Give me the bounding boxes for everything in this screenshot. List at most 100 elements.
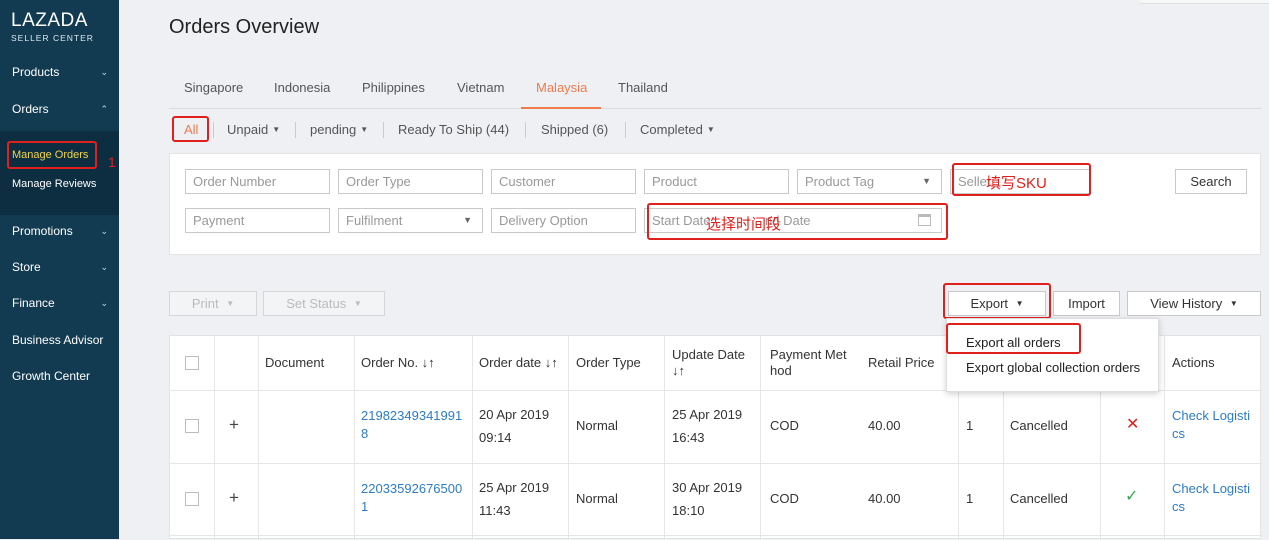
product-tag-select[interactable]: Product Tag ▼ — [797, 169, 942, 194]
status-cell: Cancelled — [1010, 491, 1068, 506]
row-checkbox[interactable] — [185, 419, 199, 433]
payment-cell: COD — [770, 418, 799, 433]
search-button[interactable]: Search — [1175, 169, 1247, 194]
update-time: 18:10 — [672, 503, 705, 518]
caret-down-icon: ▼ — [463, 215, 472, 225]
divider — [625, 122, 626, 138]
column-header-update-date[interactable]: Update Date ↓↑ — [672, 347, 758, 379]
status-filter-pending[interactable]: pending ▼ — [310, 122, 368, 137]
column-header-actions: Actions — [1172, 355, 1215, 370]
sidebar-item-label: Products — [12, 65, 60, 79]
sidebar-item-label: Business Advisor — [12, 333, 104, 347]
sidebar-item-orders[interactable]: Orders ⌃ — [0, 97, 119, 121]
row-divider — [170, 463, 1262, 464]
sidebar-item-promotions[interactable]: Promotions ⌄ — [0, 219, 119, 243]
product-tag-label: Product Tag — [805, 174, 875, 189]
row-checkbox[interactable] — [185, 492, 199, 506]
check-logistics-link[interactable]: Check Logisti cs — [1172, 480, 1250, 516]
annotation-number-1: 1 — [108, 154, 116, 170]
annotation-sku-note: 填写SKU — [986, 175, 1047, 192]
caret-down-icon: ▼ — [706, 125, 715, 134]
chevron-down-icon: ⌄ — [100, 226, 108, 236]
order-number-link[interactable]: 21982349341991 8 — [361, 407, 462, 443]
country-tabs: Singapore Indonesia Philippines Vietnam … — [169, 70, 1261, 109]
status-label: pending — [310, 122, 357, 137]
caret-down-icon: ▼ — [1229, 299, 1238, 308]
set-status-label: Set Status — [286, 296, 347, 311]
status-filter-unpaid[interactable]: Unpaid ▼ — [227, 122, 280, 137]
sidebar-subitem-manage-reviews[interactable]: Manage Reviews — [12, 178, 96, 190]
sidebar-item-finance[interactable]: Finance ⌄ — [0, 291, 119, 315]
order-type-cell: Normal — [576, 491, 618, 506]
sidebar-item-business-advisor[interactable]: Business Advisor — [0, 328, 119, 352]
expand-plus-icon[interactable]: + — [229, 488, 239, 508]
tab-thailand[interactable]: Thailand — [618, 80, 668, 95]
order-number-link[interactable]: 22033592676500 1 — [361, 480, 462, 516]
order-type-input[interactable]: Order Type — [338, 169, 483, 194]
sidebar-item-products[interactable]: Products ⌄ — [0, 60, 119, 84]
print-button[interactable]: Print ▼ — [169, 291, 257, 316]
tab-philippines[interactable]: Philippines — [362, 80, 425, 95]
delivery-option-input[interactable]: Delivery Option — [491, 208, 636, 233]
sidebar-item-store[interactable]: Store ⌄ — [0, 255, 119, 279]
order-type-cell: Normal — [576, 418, 618, 433]
column-header-document: Document — [265, 355, 325, 370]
logo-subtitle: SELLER CENTER — [11, 33, 94, 43]
tab-vietnam[interactable]: Vietnam — [457, 80, 504, 95]
payment-input[interactable]: Payment — [185, 208, 330, 233]
sidebar-item-label: Store — [12, 260, 41, 274]
column-divider — [472, 336, 473, 540]
logo-wordmark: LAZADA — [11, 10, 88, 31]
annotation-box-export — [943, 283, 1051, 319]
column-header-order-date[interactable]: Order date ↓↑ — [479, 355, 558, 371]
update-time: 16:43 — [672, 430, 705, 445]
check-logistics-link[interactable]: Check Logisti cs — [1172, 407, 1250, 443]
expand-plus-icon[interactable]: + — [229, 415, 239, 435]
top-right-panel-edge — [1140, 0, 1269, 4]
action-line: Check Logisti — [1172, 408, 1251, 423]
sidebar-item-label: Promotions — [12, 224, 73, 238]
sidebar-item-growth-center[interactable]: Growth Center — [0, 364, 119, 388]
status-filter-completed[interactable]: Completed ▼ — [640, 122, 715, 137]
column-header-retail-price: Retail Price — [868, 355, 935, 370]
caret-down-icon: ▼ — [353, 299, 362, 308]
chevron-down-icon: ⌄ — [100, 262, 108, 272]
status-filter-ready-to-ship[interactable]: Ready To Ship (44) — [398, 122, 509, 137]
set-status-button[interactable]: Set Status ▼ — [263, 291, 385, 316]
caret-down-icon: ▼ — [272, 125, 281, 134]
fulfilment-select[interactable]: Fulfilment ▼ — [338, 208, 483, 233]
order-date: 20 Apr 2019 — [479, 407, 550, 422]
annotation-box-date — [647, 203, 948, 240]
status-cell: Cancelled — [1010, 418, 1068, 433]
lazada-logo[interactable]: LAZADA SELLER CENTER — [11, 10, 94, 43]
view-history-label: View History — [1150, 296, 1223, 311]
divider — [383, 122, 384, 138]
sidebar-item-label: Finance — [12, 296, 55, 310]
order-number-line: 8 — [361, 426, 369, 441]
select-all-checkbox[interactable] — [185, 356, 199, 370]
sidebar-item-label: Growth Center — [12, 369, 91, 383]
export-global-collection-orders-item[interactable]: Export global collection orders — [966, 360, 1140, 375]
tab-indonesia[interactable]: Indonesia — [274, 80, 330, 95]
column-divider — [214, 336, 215, 540]
customer-input[interactable]: Customer — [491, 169, 636, 194]
column-divider — [1164, 336, 1165, 540]
action-line: cs — [1172, 499, 1185, 514]
status-filter-shipped[interactable]: Shipped (6) — [541, 122, 608, 137]
order-time: 09:14 — [479, 430, 512, 445]
order-number-input[interactable]: Order Number — [185, 169, 330, 194]
tab-singapore[interactable]: Singapore — [184, 80, 243, 95]
divider — [525, 122, 526, 138]
tab-malaysia[interactable]: Malaysia — [536, 80, 587, 95]
view-history-button[interactable]: View History ▼ — [1127, 291, 1261, 316]
update-date: 25 Apr 2019 — [672, 407, 743, 422]
import-button[interactable]: Import — [1053, 291, 1120, 316]
column-header-order-no[interactable]: Order No. ↓↑ — [361, 355, 435, 371]
column-divider — [760, 336, 761, 540]
product-input[interactable]: Product — [644, 169, 789, 194]
column-divider — [354, 336, 355, 540]
annotation-date-note: 选择时间段 — [706, 216, 782, 233]
annotation-box-all — [172, 116, 209, 142]
chevron-down-icon: ⌄ — [100, 67, 108, 77]
payment-cell: COD — [770, 491, 799, 506]
